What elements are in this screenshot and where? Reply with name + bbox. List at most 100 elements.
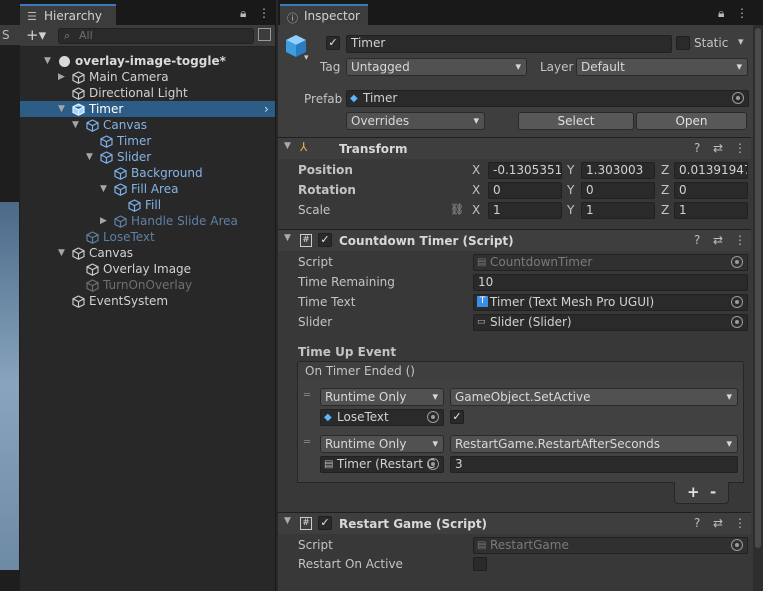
tab-inspector[interactable]: ⓘ Inspector (280, 4, 368, 25)
tag-dropdown[interactable]: Untagged (346, 58, 527, 76)
help-icon[interactable]: ? (694, 516, 700, 530)
lock-icon[interactable]: 🔒︎ (718, 6, 724, 21)
chevron-down-icon[interactable]: ▾ (738, 35, 744, 48)
listener1-function-dropdown[interactable]: GameObject.SetActive (450, 388, 738, 406)
preset-icon[interactable]: ⇄ (713, 233, 723, 247)
expand-arrow-icon[interactable]: ▼ (58, 245, 68, 261)
time-text-field[interactable]: T Timer (Text Mesh Pro UGUI) (473, 294, 748, 311)
listener2-function-dropdown[interactable]: RestartGame.RestartAfterSeconds (450, 435, 738, 453)
drag-handle-icon[interactable]: ═ (304, 390, 310, 401)
select-button[interactable]: Select (518, 112, 634, 130)
position-y-field[interactable]: 1.303003 (581, 162, 655, 179)
overrides-dropdown[interactable]: Overrides (346, 112, 485, 130)
hierarchy-row[interactable]: ▶ Main Camera (20, 69, 275, 85)
static-checkbox[interactable] (676, 36, 690, 50)
position-x-field[interactable]: -0.1305351 (488, 162, 562, 179)
object-picker-icon[interactable] (427, 411, 439, 423)
restart-on-active-checkbox[interactable] (473, 557, 487, 571)
listener2-mode-dropdown[interactable]: Runtime Only (320, 435, 444, 453)
help-icon[interactable]: ? (694, 141, 700, 155)
object-name-field[interactable]: Timer (346, 35, 672, 53)
collapse-arrow-icon[interactable]: ▶ (58, 69, 68, 85)
remove-listener-button[interactable]: - (710, 483, 716, 501)
lock-icon[interactable]: 🔒︎ (240, 6, 246, 21)
restart-enabled-checkbox[interactable]: ✓ (318, 516, 332, 530)
object-picker-icon (731, 539, 743, 551)
expand-arrow-icon[interactable]: ▼ (58, 101, 68, 117)
scale-z-field[interactable]: 1 (674, 202, 748, 219)
time-text-value: Timer (Text Mesh Pro UGUI) (490, 295, 655, 309)
more-icon[interactable]: ⋮ (734, 516, 746, 530)
hierarchy-row[interactable]: TurnOnOverlay (20, 277, 275, 293)
listener1-arg-checkbox[interactable]: ✓ (450, 410, 464, 424)
tab-hierarchy[interactable]: ☰ Hierarchy (20, 4, 116, 25)
position-z-field[interactable]: 0.01391947 (674, 162, 748, 179)
hierarchy-row[interactable]: ▼ Timer › (20, 101, 275, 117)
more-icon[interactable]: ⋮ (734, 233, 746, 247)
listener1-target-field[interactable]: ◆ LoseText (320, 409, 444, 426)
object-picker-icon[interactable] (427, 458, 439, 470)
hierarchy-row[interactable]: ▼ Canvas (20, 117, 275, 133)
add-object-button[interactable]: +▾ (26, 26, 46, 44)
hierarchy-panel: ☰ Hierarchy 🔒︎ ⋮ +▾ ⌕ All ▼ overlay-image… (20, 0, 276, 591)
hierarchy-search-input[interactable]: ⌕ All (58, 28, 254, 44)
fold-arrow-icon[interactable]: ▼ (284, 141, 291, 151)
more-icon[interactable]: ⋮ (736, 6, 748, 20)
hierarchy-row[interactable]: Background (20, 165, 275, 181)
collapse-arrow-icon[interactable]: ▶ (100, 213, 110, 229)
add-listener-button[interactable]: + (687, 483, 700, 501)
hierarchy-row[interactable]: Overlay Image (20, 261, 275, 277)
fold-arrow-icon[interactable]: ▼ (284, 233, 291, 243)
listener2-arg-field[interactable]: 3 (450, 456, 738, 473)
hierarchy-row[interactable]: ▶ Handle Slide Area (20, 213, 275, 229)
inspector-scroll-thumb[interactable] (755, 28, 761, 548)
preset-icon[interactable]: ⇄ (713, 516, 723, 530)
countdown-enabled-checkbox[interactable]: ✓ (318, 233, 332, 247)
listener2-target-field[interactable]: ▤ Timer (Restart C (320, 456, 444, 473)
hierarchy-row[interactable]: ▼ overlay-image-toggle* (20, 53, 275, 69)
hierarchy-row[interactable]: ▼ Slider (20, 149, 275, 165)
more-icon[interactable]: ⋮ (734, 141, 746, 155)
expand-arrow-icon[interactable]: ▼ (44, 53, 54, 69)
preset-icon[interactable]: ⇄ (713, 141, 723, 155)
layer-dropdown[interactable]: Default (576, 58, 748, 76)
scene-preview[interactable] (0, 202, 19, 570)
drag-handle-icon[interactable]: ═ (304, 437, 310, 448)
constrain-proportions-icon[interactable]: ⛓ (450, 203, 464, 216)
transform-header[interactable]: ▼ ⅄ Transform ? ⇄ ⋮ (278, 137, 751, 159)
chevron-down-icon[interactable]: ▾ (304, 53, 309, 63)
scale-y-field[interactable]: 1 (581, 202, 655, 219)
object-picker-icon[interactable] (732, 92, 744, 104)
scale-x-field[interactable]: 1 (488, 202, 562, 219)
object-picker-icon[interactable] (731, 316, 743, 328)
scene-visibility-icon[interactable] (258, 28, 271, 41)
hierarchy-row[interactable]: ▼ Canvas (20, 245, 275, 261)
more-icon[interactable]: ⋮ (258, 6, 270, 20)
expand-arrow-icon[interactable]: ▼ (86, 149, 96, 165)
time-remaining-field[interactable]: 10 (473, 274, 748, 291)
hierarchy-row[interactable]: Timer (20, 133, 275, 149)
restart-game-header[interactable]: ▼ # ✓ Restart Game (Script) ? ⇄ ⋮ (278, 512, 751, 534)
fold-arrow-icon[interactable]: ▼ (284, 516, 291, 526)
object-picker-icon[interactable] (731, 296, 743, 308)
expand-arrow-icon[interactable]: ▼ (100, 181, 110, 197)
prefab-field[interactable]: ◆ Timer (346, 90, 749, 107)
hierarchy-row[interactable]: EventSystem (20, 293, 275, 309)
hierarchy-row[interactable]: ▼ Fill Area (20, 181, 275, 197)
listener1-mode-dropdown[interactable]: Runtime Only (320, 388, 444, 406)
expand-arrow-icon[interactable]: ▼ (72, 117, 82, 133)
active-checkbox[interactable]: ✓ (326, 36, 340, 50)
axis-x-label: X (472, 163, 481, 177)
scene-toolbar: S (0, 25, 20, 45)
open-button[interactable]: Open (636, 112, 747, 130)
countdown-timer-header[interactable]: ▼ # ✓ Countdown Timer (Script) ? ⇄ ⋮ (278, 229, 751, 251)
chevron-right-icon[interactable]: › (264, 101, 269, 117)
hierarchy-row[interactable]: LoseText (20, 229, 275, 245)
hierarchy-row[interactable]: Directional Light (20, 85, 275, 101)
rotation-x-field[interactable]: 0 (488, 182, 562, 199)
slider-field[interactable]: ▭ Slider (Slider) (473, 314, 748, 331)
rotation-y-field[interactable]: 0 (581, 182, 655, 199)
hierarchy-row[interactable]: Fill (20, 197, 275, 213)
help-icon[interactable]: ? (694, 233, 700, 247)
rotation-z-field[interactable]: 0 (674, 182, 748, 199)
